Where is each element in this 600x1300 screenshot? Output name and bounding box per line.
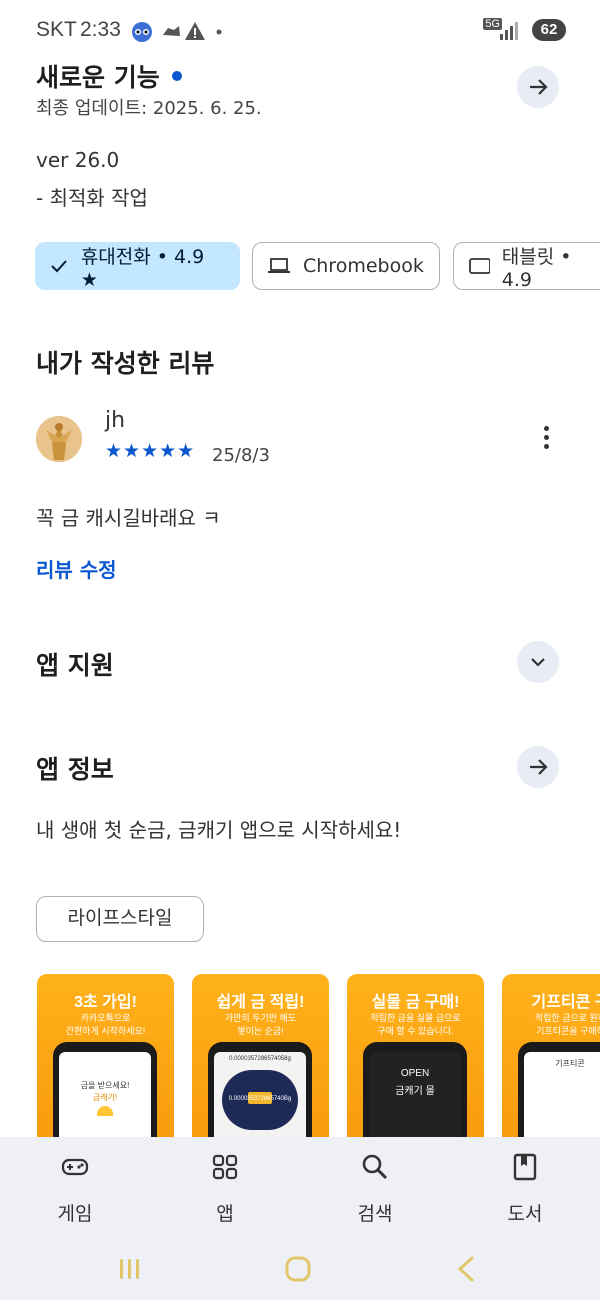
review-text: 꼭 금 캐시길바래요 ㅋ (36, 506, 221, 530)
chip-chromebook[interactable]: Chromebook (252, 242, 440, 290)
whats-new-heading: 새로운 기능 (36, 58, 182, 94)
screenshot-subtitle: 적립한 금을 실물 금으로 구매 할 수 있습니다. (370, 1013, 461, 1036)
check-icon (51, 260, 67, 273)
edit-review-link[interactable]: 리뷰 수정 (36, 554, 117, 583)
nav-books[interactable]: 도서 (465, 1137, 585, 1237)
phone-mockup: OPEN 금캐기 몰 (363, 1042, 467, 1144)
screenshot-subtitle: 카카오톡으로 간편하게 시작하세요! (65, 1013, 146, 1036)
search-icon (362, 1154, 388, 1180)
nav-apps[interactable]: 앱 (165, 1137, 285, 1237)
screen-text: OPEN (400, 1068, 430, 1079)
whats-new-arrow-button[interactable] (517, 66, 559, 108)
app-description: 내 생애 첫 순금, 금캐기 앱으로 시작하세요! (36, 818, 402, 842)
screen-text: 기프티콘 (555, 1059, 585, 1068)
phone-mockup: 금을 받으세요! 금캐기! (53, 1042, 157, 1144)
review-stars: ★★★★★ (105, 440, 196, 462)
nav-games-label: 게임 (57, 1203, 93, 1225)
warning-icon (185, 22, 205, 40)
screenshot-subtitle: 적립한 금으로 원하 기프티콘을 구매하 (534, 1013, 600, 1036)
tablet-icon (469, 258, 490, 274)
screenshot-title: 3초 가입! (74, 994, 137, 1011)
home-icon[interactable] (284, 1255, 312, 1283)
screen-text: 0.000035372865740Bg (228, 1096, 292, 1102)
screen-text: 금캐기! (92, 1093, 118, 1102)
chevron-down-icon (531, 658, 545, 667)
apps-grid-icon (212, 1154, 238, 1180)
screenshot-title: 실물 금 구매! (371, 994, 460, 1011)
nav-apps-label: 앱 (216, 1203, 234, 1225)
laptop-icon (268, 258, 290, 273)
screenshot-4[interactable]: 기프티콘 구 적립한 금으로 원하기프티콘을 구매하 기프티콘 (502, 974, 600, 1144)
whats-new-title: 새로운 기능 (36, 63, 160, 92)
phone-screen: 0.0000357286574058g 0.000035372865740Bg (214, 1052, 306, 1144)
chip-phone[interactable]: 휴대전화 • 4.9 ★ (35, 242, 240, 291)
gold-coin-icon (97, 1106, 113, 1116)
screenshot-subtitle: 가만히 두기만 해도 쌓이는 순금! (224, 1013, 297, 1036)
nav-search[interactable]: 검색 (315, 1137, 435, 1237)
chip-chromebook-label: Chromebook (303, 255, 424, 277)
screen-text: 금을 받으세요! (80, 1081, 130, 1090)
app-support-expand-button[interactable] (517, 641, 559, 683)
back-icon[interactable] (455, 1255, 477, 1283)
my-review-title: 내가 작성한 리뷰 (36, 349, 215, 378)
system-navigation-bar (0, 1237, 600, 1300)
avatar[interactable] (36, 416, 82, 462)
book-icon (513, 1153, 537, 1181)
more-notifications-dot-icon (216, 29, 222, 35)
reviewer-name: jh (105, 408, 126, 433)
chip-tablet[interactable]: 태블릿 • 4.9 (453, 242, 600, 291)
phone-screen: OPEN 금캐기 몰 (369, 1052, 461, 1144)
review-date: 25/8/3 (212, 445, 270, 466)
screenshot-title: 쉽게 금 적립! (216, 994, 305, 1011)
phone-mockup: 0.0000357286574058g 0.000035372865740Bg (208, 1042, 312, 1144)
phone-screen: 금을 받으세요! 금캐기! (59, 1052, 151, 1144)
screenshot-3[interactable]: 실물 금 구매! 적립한 금을 실물 금으로 구매 할 수 있습니다. OPEN … (347, 974, 484, 1144)
app-support-title: 앱 지원 (36, 651, 114, 680)
avatar-image (36, 416, 82, 462)
category-tag[interactable]: 라이프스타일 (36, 896, 204, 942)
battery-level: 62 (532, 19, 566, 41)
phone-screen: 기프티콘 (524, 1052, 600, 1144)
review-more-options-icon[interactable] (540, 426, 552, 456)
status-bar: SKT 2:33 5G 62 (0, 0, 600, 60)
nav-search-label: 검색 (357, 1203, 393, 1225)
screenshot-1[interactable]: 3초 가입! 카카오톡으로 간편하게 시작하세요! 금을 받으세요! 금캐기! (37, 974, 174, 1144)
screenshot-title: 기프티콘 구 (531, 994, 600, 1011)
carrier-label: SKT (36, 18, 77, 41)
app-info-arrow-button[interactable] (517, 746, 559, 788)
clock: 2:33 (80, 18, 121, 41)
phone-mockup: 기프티콘 (518, 1042, 600, 1144)
version-text: ver 26.0 (36, 148, 120, 172)
nav-books-label: 도서 (507, 1203, 543, 1225)
screenshot-carousel[interactable]: 3초 가입! 카카오톡으로 간편하게 시작하세요! 금을 받으세요! 금캐기! 쉽… (0, 974, 600, 1144)
app-info-title: 앱 정보 (36, 755, 114, 784)
signal-icon (500, 22, 518, 40)
cloud-icon (163, 26, 180, 36)
last-updated: 최종 업데이트: 2025. 6. 25. (36, 98, 262, 119)
new-indicator-dot (171, 71, 182, 81)
chip-tablet-label: 태블릿 • 4.9 (501, 245, 572, 291)
notification-app-icon (132, 22, 152, 42)
arrow-right-icon (530, 759, 548, 775)
recent-apps-icon[interactable] (117, 1257, 143, 1281)
chip-phone-label: 휴대전화 • 4.9 ★ (80, 245, 205, 291)
arrow-right-icon (530, 79, 548, 95)
release-note: - 최적화 작업 (36, 186, 148, 210)
bottom-navigation: 게임 앱 검색 도서 (0, 1137, 600, 1237)
screen-text: 0.0000357286574058g (229, 1056, 291, 1062)
screenshot-2[interactable]: 쉽게 금 적립! 가만히 두기만 해도 쌓이는 순금! 0.00003572865… (192, 974, 329, 1144)
gamepad-icon (61, 1158, 89, 1176)
nav-games[interactable]: 게임 (15, 1137, 135, 1237)
screen-text: 금캐기 몰 (395, 1086, 435, 1097)
